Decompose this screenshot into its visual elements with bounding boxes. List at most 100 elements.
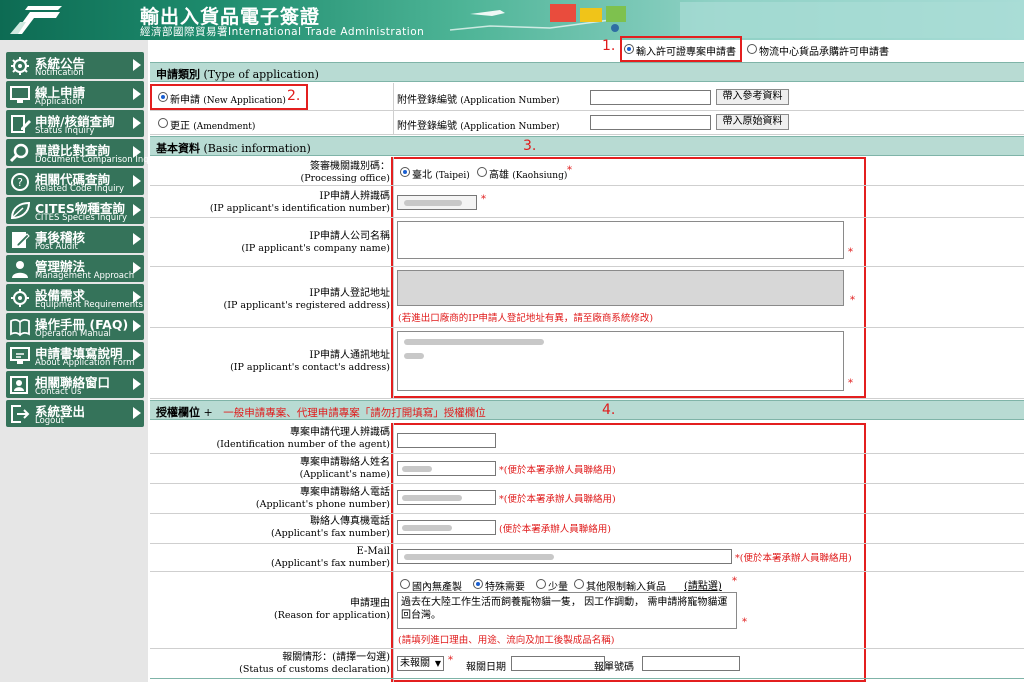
reason-textarea[interactable]: 過去在大陸工作生活而飼養寵物貓一隻， 因工作調動， 需申請將寵物貓運回台灣。: [397, 592, 737, 629]
contact-purpose-note: (便於本署承辦人員聯絡用): [503, 465, 616, 476]
form-type-logistics-label: 物流中心貨品承購許可申請書: [759, 47, 889, 58]
sidebar-item-document-comparison[interactable]: 單證比對查詢 Document Comparison Inquiry: [6, 139, 165, 166]
section-title: 基本資料: [156, 142, 200, 155]
email-input[interactable]: [397, 549, 732, 564]
attachment-number-label-en: (Application Number): [460, 96, 560, 106]
svg-text:?: ?: [17, 176, 23, 189]
applicant-id-input[interactable]: [397, 195, 477, 210]
contact-purpose-note: (便於本署承辦人員聯絡用): [503, 494, 616, 505]
sidebar-item-application[interactable]: 線上申請 Application: [6, 81, 144, 108]
applicant-id-label-en: (IP applicant's identification number): [209, 203, 390, 214]
reason-small-quantity-label: 少量: [548, 582, 568, 593]
contact-name-input[interactable]: [397, 461, 496, 476]
sidebar-item-sublabel: Related Code Inquiry: [35, 184, 125, 194]
annotation-3: 3.: [523, 138, 537, 154]
company-name-label: IP申請人公司名稱: [309, 231, 390, 242]
attachment-number-label: 附件登錄編號: [397, 121, 457, 132]
load-reference-button[interactable]: 帶入參考資料: [716, 89, 789, 105]
amendment-radio[interactable]: [158, 118, 168, 128]
registered-address-label-en: (IP applicant's registered address): [223, 300, 390, 311]
required-mark: *: [567, 165, 572, 176]
sidebar-item-post-audit[interactable]: 事後稽核 Post Audit: [6, 226, 144, 253]
section-application-type: 申請類別 (Type of application): [150, 62, 1024, 82]
redacted-value: [402, 466, 432, 472]
sidebar-item-management[interactable]: 管理辦法 Management Approach: [6, 255, 144, 282]
sidebar-item-cites[interactable]: CITES物種查詢 CITES Species Inquiry: [6, 197, 144, 224]
reason-no-domestic-radio[interactable]: [400, 579, 410, 589]
customs-number-input[interactable]: [642, 656, 740, 671]
load-original-button[interactable]: 帶入原始資料: [716, 114, 789, 130]
customs-date-label: 報關日期: [466, 662, 506, 673]
new-application-label-en: (New Application): [203, 96, 286, 106]
arrow-right-icon: [133, 59, 141, 71]
annotation-4: 4.: [602, 402, 616, 418]
sidebar-item-logout[interactable]: 系統登出 Logout: [6, 400, 144, 427]
amendment-label: 更正: [170, 121, 190, 132]
form-type-logistics-radio[interactable]: [747, 44, 757, 54]
sidebar-item-contact[interactable]: 相關聯絡窗口 Contact Us: [6, 371, 144, 398]
pencil-icon: [12, 232, 30, 248]
attachment-number-input-2[interactable]: [590, 115, 711, 130]
monitor-icon: [10, 86, 30, 103]
fax-input[interactable]: [397, 520, 496, 535]
reason-special-need-label: 特殊需要: [485, 582, 525, 593]
sidebar-item-equipment[interactable]: 設備需求 Equipment Requirements: [6, 284, 144, 311]
applicant-id-label: IP申請人辨識碼: [319, 191, 390, 202]
section-note: 一般申請專案、代理申請專案「請勿打開填寫」授權欄位: [223, 407, 486, 419]
sidebar-item-notification[interactable]: 系統公告 Notification: [6, 52, 144, 79]
contacts-icon: [10, 376, 28, 394]
sidebar-item-sublabel: Status Inquiry: [35, 126, 95, 136]
contact-address-textarea[interactable]: [397, 331, 844, 391]
reason-other-restricted-label: 其他限制輸入貨品: [586, 582, 666, 593]
required-mark: *: [848, 378, 853, 389]
new-application-radio[interactable]: [158, 92, 168, 102]
form-type-permit-radio[interactable]: [624, 44, 634, 54]
sidebar-item-form-guide[interactable]: 申請書填寫說明 About Application Form: [6, 342, 144, 369]
reason-small-quantity-radio[interactable]: [536, 579, 546, 589]
sidebar-item-related-code[interactable]: ? 相關代碼查詢 Related Code Inquiry: [6, 168, 144, 195]
office-taipei-radio[interactable]: [400, 167, 410, 177]
agent-id-input[interactable]: [397, 433, 496, 448]
sidebar-item-sublabel: CITES Species Inquiry: [35, 213, 128, 223]
attachment-number-input-1[interactable]: [590, 90, 711, 105]
select-link[interactable]: (請點選): [684, 577, 722, 592]
required-mark: *: [742, 617, 747, 628]
customs-date-input[interactable]: [511, 656, 605, 671]
registered-address-note: (若進出口廠商的IP申請人登記地址有異，請至廠商系統修改): [398, 313, 654, 324]
required-mark: *: [850, 295, 855, 306]
expand-toggle[interactable]: +: [204, 406, 213, 419]
customs-status-select[interactable]: 未報關 ▼: [397, 656, 444, 671]
office-kaohsiung-radio[interactable]: [477, 167, 487, 177]
reason-special-need-radio[interactable]: [473, 579, 483, 589]
arrow-right-icon: [133, 175, 141, 187]
section-title: 授權欄位: [156, 406, 200, 419]
sidebar-item-sublabel: Management Approach: [35, 271, 135, 281]
sidebar-item-status-inquiry[interactable]: 申辦/核銷查詢 Status Inquiry: [6, 110, 144, 137]
attachment-number-label-en: (Application Number): [460, 122, 560, 132]
contact-phone-input[interactable]: [397, 490, 496, 505]
main-content: 1. 輸入許可證專案申請書 物流中心貨品承購許可申請書 申請類別 (Type o…: [150, 36, 1024, 682]
sidebar-item-sublabel: Notification: [35, 68, 84, 78]
email-label: E-Mail: [356, 546, 390, 557]
company-name-label-en: (IP applicant's company name): [241, 243, 390, 254]
redacted-value: [404, 554, 554, 560]
sidebar-item-sublabel: Post Audit: [35, 242, 78, 252]
edit-document-icon: [11, 115, 31, 133]
contact-phone-label-en: (Applicant's phone number): [255, 499, 390, 510]
reason-label: 申請理由: [350, 598, 390, 609]
registered-address-textarea[interactable]: [397, 270, 844, 306]
contact-purpose-note: (便於本署承辦人員聯絡用): [739, 553, 852, 564]
sidebar-item-sublabel: Document Comparison Inquiry: [35, 155, 165, 165]
arrow-right-icon: [133, 262, 141, 274]
required-mark: *: [848, 247, 853, 258]
contact-purpose-note: (便於本署承辦人員聯絡用): [499, 524, 611, 535]
reason-other-restricted-radio[interactable]: [574, 579, 584, 589]
company-name-textarea[interactable]: [397, 221, 844, 259]
chevron-down-icon: ▼: [434, 659, 441, 668]
registered-address-label: IP申請人登記地址: [309, 288, 390, 299]
sidebar: 系統公告 Notification 線上申請 Application 申辦/核銷…: [0, 40, 165, 682]
redacted-value: [402, 495, 462, 501]
sidebar-item-manual[interactable]: 操作手冊 (FAQ) Operation Manual: [6, 313, 144, 340]
office-kaohsiung-label: 高雄: [489, 170, 509, 181]
section-authorization: 授權欄位 + 一般申請專案、代理申請專案「請勿打開填寫」授權欄位: [150, 400, 1024, 420]
